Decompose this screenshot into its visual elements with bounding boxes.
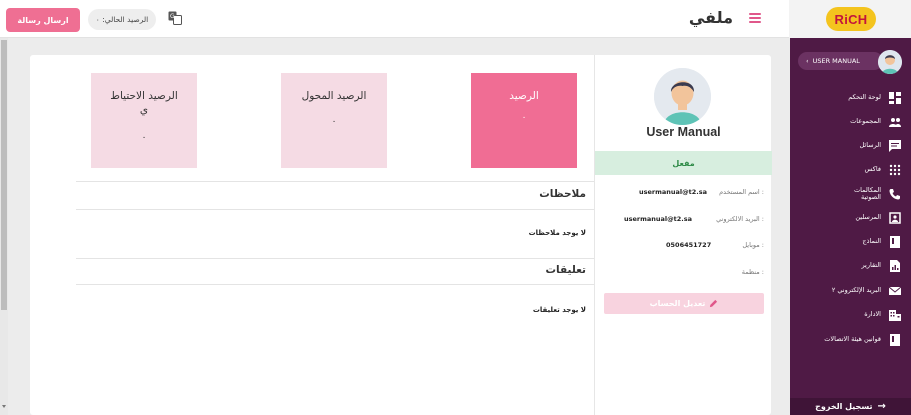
- profile-avatar: [654, 68, 711, 125]
- current-balance-badge: الرصيد الحالي: ٠: [88, 9, 156, 30]
- balance-title: الرصيد: [509, 90, 539, 102]
- logo-area: RiCH: [789, 0, 911, 38]
- profile-card: الرصيد ٠ الرصيد المحول ٠ الرصيد الاحتياط…: [30, 55, 772, 415]
- edit-account-button[interactable]: تعديل الحساب: [604, 293, 764, 314]
- status-badge: مفعل: [595, 151, 772, 175]
- fax-icon: [889, 164, 901, 176]
- page-title: ملفي: [688, 8, 733, 27]
- notes-empty-text: لا يوجد ملاحظات: [528, 229, 586, 237]
- notes-heading: ملاحظات: [539, 188, 586, 200]
- arrow-right-icon: →: [877, 401, 886, 412]
- balance-card: الرصيد ٠: [471, 73, 577, 168]
- transferred-balance-card: الرصيد المحول ٠: [281, 73, 387, 168]
- chevron-left-icon: ‹: [806, 57, 809, 65]
- sidebar-item-groups[interactable]: المجموعات: [790, 112, 911, 132]
- logout-button[interactable]: تسجيل الخروج →: [790, 398, 911, 415]
- sidebar-item-label: النماذج: [862, 237, 881, 246]
- sidebar: ‹ USER MANUAL لوحة التحكم المجموعات الرس…: [790, 38, 911, 415]
- reserve-balance-card: الرصيد الاحتياط ي ٠: [91, 73, 197, 168]
- comments-heading: تعليقات: [545, 264, 587, 276]
- sidebar-item-label: المجموعات: [850, 117, 881, 126]
- pencil-icon: [710, 299, 718, 308]
- sidebar-item-label: قوانين هيئة الاتصالات: [824, 335, 881, 344]
- username-label: اسم المستخدم :: [719, 188, 764, 196]
- reserve-balance-value: ٠: [141, 133, 147, 143]
- sidebar-item-admin[interactable]: الادارة: [790, 305, 911, 325]
- sidebar-item-dashboard[interactable]: لوحة التحكم: [790, 88, 911, 108]
- edit-account-label: تعديل الحساب: [649, 299, 706, 308]
- user-menu-label: USER MANUAL: [812, 57, 860, 65]
- svg-text:G: G: [170, 13, 175, 20]
- divider: [76, 209, 594, 210]
- email-label: البريد الالكتروني :: [716, 215, 764, 223]
- reserve-balance-title-line: ي: [139, 104, 149, 117]
- sidebar-item-label: المكالمات الصوتية: [854, 185, 881, 201]
- templates-icon: [890, 236, 900, 248]
- user-avatar[interactable]: [878, 50, 902, 74]
- sidebar-item-reports[interactable]: التقارير: [790, 256, 911, 276]
- sidebar-item-fax[interactable]: فاكس: [790, 160, 911, 180]
- messages-icon: [889, 140, 901, 152]
- email-row: البريد الالكتروني : usermanual@t2.sa: [595, 215, 772, 229]
- phone-icon: [889, 189, 900, 200]
- sidebar-item-label: البريد الإلكتروني ٢: [831, 286, 881, 295]
- reserve-balance-title-line: الرصيد الاحتياط: [110, 90, 178, 102]
- logout-label: تسجيل الخروج: [815, 402, 873, 411]
- sidebar-item-label: المرسلين: [855, 213, 881, 222]
- sidebar-item-label: فاكس: [864, 165, 881, 174]
- profile-column: User Manual مفعل اسم المستخدم : usermanu…: [594, 55, 772, 415]
- sidebar-item-regulations[interactable]: قوانين هيئة الاتصالات: [790, 330, 911, 350]
- sidebar-item-label: الرسائل: [859, 141, 881, 150]
- menu-icon[interactable]: [749, 13, 761, 23]
- username-row: اسم المستخدم : usermanual@t2.sa: [595, 188, 772, 202]
- sidebar-item-senders[interactable]: المرسلين: [790, 208, 911, 228]
- scrollbar[interactable]: [0, 38, 8, 415]
- transferred-balance-title: الرصيد المحول: [301, 90, 367, 102]
- sidebar-item-email[interactable]: البريد الإلكتروني ٢: [790, 281, 911, 301]
- username-value: usermanual@t2.sa: [639, 188, 707, 196]
- mail-icon: [889, 286, 901, 295]
- sidebar-item-label: لوحة التحكم: [848, 93, 881, 102]
- admin-icon: [889, 310, 901, 321]
- reserve-balance-title: الرصيد الاحتياط ي: [91, 89, 197, 117]
- mobile-label: موبايل :: [742, 241, 764, 249]
- translate-icon[interactable]: G: [168, 11, 182, 25]
- divider: [76, 181, 594, 182]
- rich-logo: RiCH: [826, 7, 876, 31]
- divider: [76, 284, 594, 285]
- user-menu-pill[interactable]: ‹ USER MANUAL: [798, 52, 883, 70]
- email-value: usermanual@t2.sa: [624, 215, 692, 223]
- senders-icon: [889, 212, 901, 224]
- mobile-row: موبايل : 0506451727: [595, 241, 772, 255]
- profile-name: User Manual: [646, 125, 721, 139]
- balance-value: ٠: [521, 113, 527, 123]
- send-message-button[interactable]: ارسال رسالة: [6, 8, 80, 32]
- reports-icon: [890, 260, 900, 272]
- sidebar-item-templates[interactable]: النماذج: [790, 232, 911, 252]
- sidebar-item-messages[interactable]: الرسائل: [790, 136, 911, 156]
- organization-row: منظمة :: [595, 268, 772, 282]
- organization-label: منظمة :: [741, 268, 764, 276]
- divider: [76, 258, 594, 259]
- scroll-down-arrow-icon[interactable]: [2, 405, 6, 408]
- comments-empty-text: لا يوجد تعليقات: [532, 306, 586, 314]
- scrollbar-thumb[interactable]: [1, 40, 7, 310]
- transferred-balance-value: ٠: [331, 117, 337, 127]
- groups-icon: [889, 118, 901, 127]
- sidebar-item-voice-calls[interactable]: المكالمات الصوتية: [790, 182, 911, 206]
- dashboard-icon: [889, 92, 901, 104]
- top-bar: ارسال رسالة الرصيد الحالي: ٠ G ملفي RiCH: [0, 0, 911, 38]
- sidebar-item-label: الادارة: [864, 310, 881, 319]
- rules-icon: [890, 334, 900, 346]
- sidebar-item-label: التقارير: [861, 261, 881, 270]
- mobile-value: 0506451727: [666, 241, 712, 249]
